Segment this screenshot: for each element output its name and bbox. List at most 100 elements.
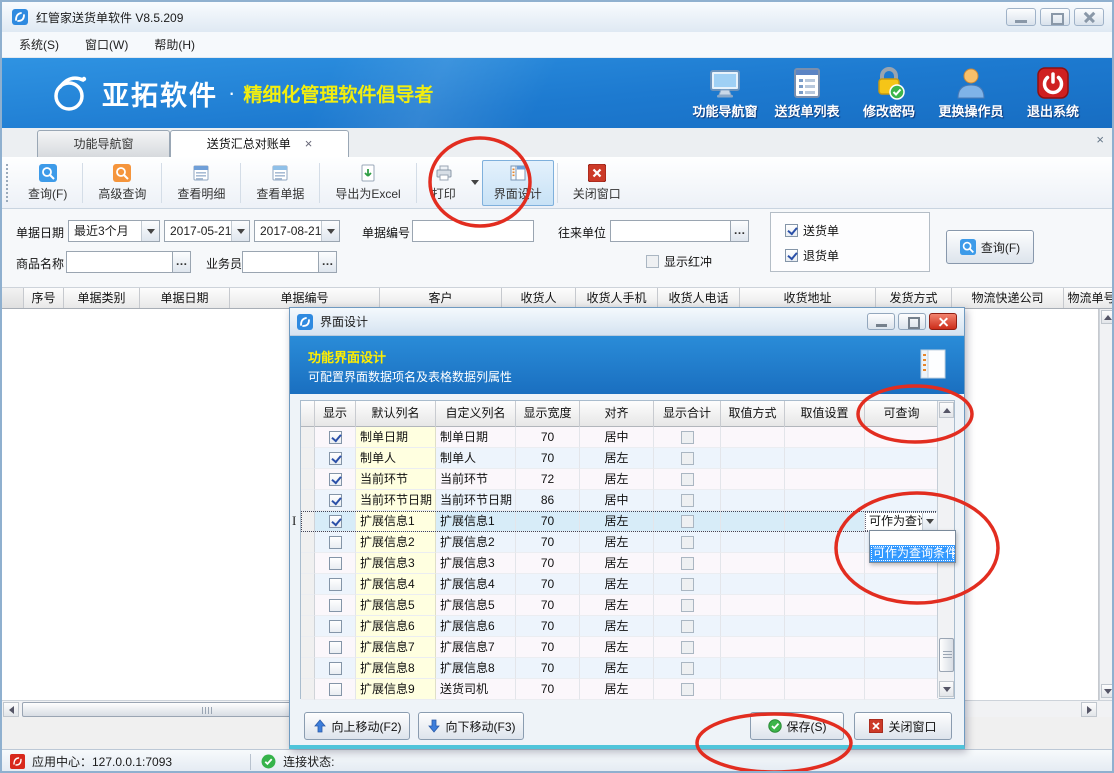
alignment-cell[interactable]: 居左 bbox=[580, 574, 654, 595]
checkbox-icon[interactable] bbox=[681, 662, 694, 675]
value-method-cell[interactable] bbox=[721, 490, 785, 511]
custom-column-name-cell[interactable]: 当前环节日期 bbox=[436, 490, 516, 511]
checkbox-checked-icon[interactable] bbox=[329, 494, 342, 507]
row-indicator[interactable] bbox=[301, 532, 315, 553]
grid-column-header[interactable]: 单据类别 bbox=[64, 288, 140, 309]
value-setting-cell[interactable] bbox=[785, 553, 865, 574]
value-setting-cell[interactable] bbox=[785, 469, 865, 490]
default-column-name-cell[interactable]: 扩展信息9 bbox=[356, 679, 436, 700]
checkbox-checked-icon[interactable] bbox=[329, 431, 342, 444]
row-indicator[interactable] bbox=[301, 490, 315, 511]
tab-close-icon[interactable]: × bbox=[305, 136, 313, 151]
alignment-cell[interactable]: 居左 bbox=[580, 532, 654, 553]
tabstrip-close-icon[interactable]: × bbox=[1096, 132, 1104, 147]
display-width-cell[interactable]: 70 bbox=[516, 595, 580, 616]
checkbox-icon[interactable] bbox=[681, 431, 694, 444]
value-setting-cell[interactable] bbox=[785, 574, 865, 595]
row-indicator[interactable] bbox=[301, 616, 315, 637]
dropdown-button[interactable] bbox=[922, 513, 937, 530]
display-width-cell[interactable]: 70 bbox=[516, 658, 580, 679]
alignment-cell[interactable]: 居左 bbox=[580, 511, 654, 532]
alignment-cell[interactable]: 居左 bbox=[580, 637, 654, 658]
view-detail-button[interactable]: 查看明细 bbox=[165, 160, 237, 206]
return-checkbox[interactable]: 退货单 bbox=[785, 247, 839, 264]
scroll-down-button[interactable] bbox=[1101, 684, 1114, 698]
grid-column-header[interactable]: 收货人 bbox=[502, 288, 576, 309]
grid-column-header[interactable]: 客户 bbox=[380, 288, 502, 309]
salesman-lookup-button[interactable]: … bbox=[319, 251, 337, 273]
grid-column-header[interactable]: 物流单号 bbox=[1064, 288, 1114, 309]
exit-system-button[interactable]: 退出系统 bbox=[1012, 64, 1094, 120]
date-range-select[interactable]: 最近3个月 bbox=[68, 220, 160, 242]
default-column-name-cell[interactable]: 当前环节 bbox=[356, 469, 436, 490]
value-setting-cell[interactable] bbox=[785, 616, 865, 637]
tab-nav-window[interactable]: 功能导航窗 bbox=[37, 130, 170, 157]
default-column-name-cell[interactable]: 扩展信息8 bbox=[356, 658, 436, 679]
dialog-table-row[interactable]: 扩展信息3扩展信息370居左 bbox=[301, 553, 938, 574]
value-method-cell[interactable] bbox=[721, 511, 785, 532]
view-document-button[interactable]: 查看单据 bbox=[244, 160, 316, 206]
value-method-cell[interactable] bbox=[721, 637, 785, 658]
switch-operator-button[interactable]: 更换操作员 bbox=[930, 64, 1012, 120]
default-column-name-cell[interactable]: 扩展信息3 bbox=[356, 553, 436, 574]
alignment-cell[interactable]: 居左 bbox=[580, 616, 654, 637]
print-button[interactable]: 打印 bbox=[420, 160, 468, 206]
dropdown-empty-option[interactable] bbox=[870, 531, 955, 545]
dialog-table-row[interactable]: 当前环节日期当前环节日期86居中 bbox=[301, 490, 938, 511]
default-column-name-cell[interactable]: 扩展信息7 bbox=[356, 637, 436, 658]
custom-column-name-cell[interactable]: 制单人 bbox=[436, 448, 516, 469]
grid-column-header[interactable]: 收货地址 bbox=[740, 288, 876, 309]
alignment-cell[interactable]: 居左 bbox=[580, 658, 654, 679]
dialog-table-row[interactable]: 扩展信息7扩展信息770居左 bbox=[301, 637, 938, 658]
value-method-cell[interactable] bbox=[721, 427, 785, 448]
checkbox-icon[interactable] bbox=[681, 452, 694, 465]
move-down-button[interactable]: 向下移动(F3) bbox=[418, 712, 524, 740]
minimize-button[interactable] bbox=[1006, 8, 1036, 26]
custom-column-name-cell[interactable]: 扩展信息1 bbox=[436, 511, 516, 532]
checkbox-icon[interactable] bbox=[329, 578, 342, 591]
value-method-cell[interactable] bbox=[721, 448, 785, 469]
scroll-right-button[interactable] bbox=[1081, 702, 1097, 717]
display-width-cell[interactable]: 72 bbox=[516, 469, 580, 490]
value-setting-cell[interactable] bbox=[785, 637, 865, 658]
grid-column-header[interactable]: 收货人电话 bbox=[658, 288, 740, 309]
doc-no-input[interactable] bbox=[412, 220, 534, 242]
scrollbar-thumb[interactable] bbox=[939, 638, 954, 672]
custom-column-name-cell[interactable]: 扩展信息5 bbox=[436, 595, 516, 616]
value-method-cell[interactable] bbox=[721, 658, 785, 679]
alignment-cell[interactable]: 居左 bbox=[580, 595, 654, 616]
checkbox-icon[interactable] bbox=[681, 473, 694, 486]
grid-column-header[interactable]: 序号 bbox=[24, 288, 64, 309]
checkbox-icon[interactable] bbox=[681, 641, 694, 654]
alignment-cell[interactable]: 居左 bbox=[580, 469, 654, 490]
dialog-table-row[interactable]: 扩展信息8扩展信息870居左 bbox=[301, 658, 938, 679]
default-column-name-cell[interactable]: 制单日期 bbox=[356, 427, 436, 448]
query-button[interactable]: 查询(F) bbox=[16, 160, 79, 206]
move-up-button[interactable]: 向上移动(F2) bbox=[304, 712, 410, 740]
custom-column-name-cell[interactable]: 扩展信息7 bbox=[436, 637, 516, 658]
queryable-cell[interactable] bbox=[865, 616, 939, 637]
checkbox-icon[interactable] bbox=[329, 662, 342, 675]
dialog-column-header[interactable]: 可查询 bbox=[865, 401, 939, 427]
grid-column-header[interactable]: 单据编号 bbox=[230, 288, 380, 309]
checkbox-icon[interactable] bbox=[329, 599, 342, 612]
export-excel-button[interactable]: 导出为Excel bbox=[323, 160, 412, 206]
queryable-cell[interactable] bbox=[865, 448, 939, 469]
grid-column-header[interactable]: 单据日期 bbox=[140, 288, 230, 309]
row-indicator[interactable] bbox=[301, 427, 315, 448]
advanced-query-button[interactable]: 高级查询 bbox=[86, 160, 158, 206]
dialog-column-header[interactable]: 显示 bbox=[315, 401, 356, 427]
ui-design-button[interactable]: 界面设计 bbox=[482, 160, 554, 206]
dialog-close-button[interactable] bbox=[929, 313, 957, 330]
partner-input[interactable] bbox=[610, 220, 731, 242]
salesman-input[interactable] bbox=[242, 251, 319, 273]
default-column-name-cell[interactable]: 扩展信息6 bbox=[356, 616, 436, 637]
value-method-cell[interactable] bbox=[721, 679, 785, 700]
default-column-name-cell[interactable]: 扩展信息4 bbox=[356, 574, 436, 595]
checkbox-icon[interactable] bbox=[329, 641, 342, 654]
delivery-list-button[interactable]: 送货单列表 bbox=[766, 64, 848, 120]
dialog-minimize-button[interactable] bbox=[867, 313, 895, 330]
value-method-cell[interactable] bbox=[721, 595, 785, 616]
custom-column-name-cell[interactable]: 扩展信息4 bbox=[436, 574, 516, 595]
dialog-table-row[interactable]: 扩展信息6扩展信息670居左 bbox=[301, 616, 938, 637]
